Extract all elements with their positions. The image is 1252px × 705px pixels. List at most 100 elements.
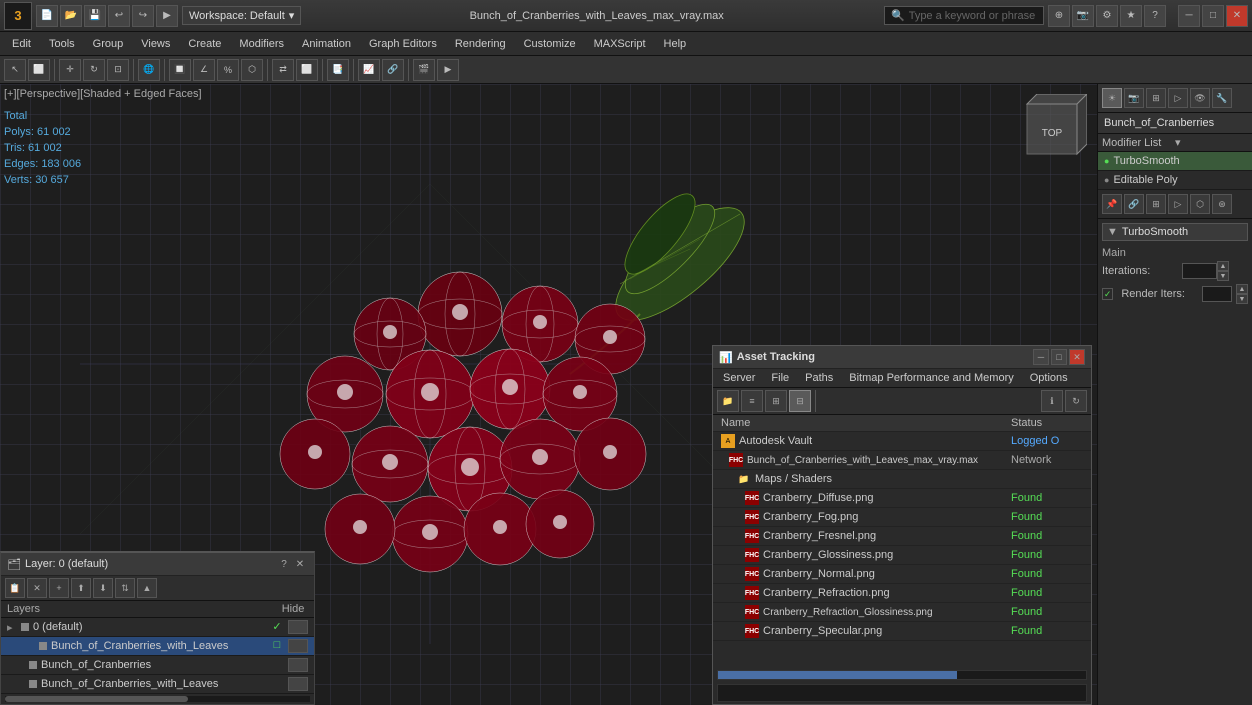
undo-btn[interactable]: ↩ [108, 5, 130, 27]
layer-item-1[interactable]: Bunch_of_Cranberries_with_Leaves □ [1, 637, 314, 656]
layer-item-3[interactable]: Bunch_of_Cranberries_with_Leaves [1, 675, 314, 694]
open-btn[interactable]: 📂 [60, 5, 82, 27]
new-btn[interactable]: 📄 [36, 5, 58, 27]
spinner-snap-btn[interactable]: ⬡ [241, 59, 263, 81]
navigation-cube[interactable]: TOP [1017, 94, 1087, 164]
layer-expand-0[interactable]: ▸ [7, 621, 19, 634]
camera2-icon[interactable]: 📷 [1124, 88, 1144, 108]
collapse-icon[interactable]: ▼ [1107, 226, 1118, 238]
at-row-0[interactable]: A Autodesk Vault Logged O [713, 432, 1091, 451]
at-row-6[interactable]: FHC Cranberry_Glossiness.png Found [713, 546, 1091, 565]
menu-rendering[interactable]: Rendering [447, 36, 514, 52]
menu-modifiers[interactable]: Modifiers [231, 36, 292, 52]
render-iters-up[interactable]: ▲ [1236, 284, 1248, 294]
at-table-btn[interactable]: ⊟ [789, 390, 811, 412]
modifier-icon2[interactable]: ⊞ [1146, 194, 1166, 214]
close-button[interactable]: ✕ [1226, 5, 1248, 27]
wrap-icon[interactable]: ⬡ [1190, 194, 1210, 214]
render-preview-btn[interactable]: ▶ [156, 5, 178, 27]
at-menu-server[interactable]: Server [717, 371, 761, 385]
mirror-btn[interactable]: ⇄ [272, 59, 294, 81]
layers-select-btn[interactable]: 📋 [5, 578, 25, 598]
render-iters-checkbox[interactable] [1102, 288, 1113, 300]
layer-check-box-1[interactable]: □ [270, 639, 284, 653]
snap-btn[interactable]: 🔲 [169, 59, 191, 81]
menu-group[interactable]: Group [85, 36, 132, 52]
at-folder-btn[interactable]: 📁 [717, 390, 739, 412]
at-list-btn[interactable]: ≡ [741, 390, 763, 412]
motion-icon2[interactable]: ▷ [1168, 194, 1188, 214]
minimize-button[interactable]: ─ [1178, 5, 1200, 27]
at-row-7[interactable]: FHC Cranberry_Normal.png Found [713, 565, 1091, 584]
layer-check-0[interactable]: ✓ [270, 620, 284, 634]
maximize-button[interactable]: □ [1202, 5, 1224, 27]
rotate-btn[interactable]: ↻ [83, 59, 105, 81]
layers-close-btn[interactable]: ✕ [292, 556, 308, 572]
render-iters-down[interactable]: ▼ [1236, 294, 1248, 304]
modifier-editable-poly[interactable]: ● Editable Poly [1098, 171, 1252, 190]
at-menu-bitmap[interactable]: Bitmap Performance and Memory [843, 371, 1019, 385]
at-menu-file[interactable]: File [765, 371, 795, 385]
layers-scrollbar[interactable] [5, 696, 310, 702]
at-row-10[interactable]: FHC Cranberry_Specular.png Found [713, 622, 1091, 641]
search-box[interactable]: 🔍 Type a keyword or phrase [884, 6, 1044, 25]
menu-help[interactable]: Help [656, 36, 695, 52]
render-btn[interactable]: ▶ [437, 59, 459, 81]
at-menu-paths[interactable]: Paths [799, 371, 839, 385]
menu-animation[interactable]: Animation [294, 36, 359, 52]
at-row-8[interactable]: FHC Cranberry_Refraction.png Found [713, 584, 1091, 603]
help-btn[interactable]: ? [1144, 5, 1166, 27]
at-info-btn[interactable]: ℹ [1041, 390, 1063, 412]
settings-icon[interactable]: ⚙ [1096, 5, 1118, 27]
scale-btn[interactable]: ⊡ [107, 59, 129, 81]
magnet-btn[interactable]: ⊕ [1048, 5, 1070, 27]
menu-tools[interactable]: Tools [41, 36, 83, 52]
redo-btn[interactable]: ↪ [132, 5, 154, 27]
extra-icon[interactable]: ⊛ [1212, 194, 1232, 214]
menu-views[interactable]: Views [133, 36, 178, 52]
menu-edit[interactable]: Edit [4, 36, 39, 52]
camera-btn[interactable]: 📷 [1072, 5, 1094, 27]
star-icon[interactable]: ★ [1120, 5, 1142, 27]
at-row-3[interactable]: FHC Cranberry_Diffuse.png Found [713, 489, 1091, 508]
select-btn[interactable]: ↖ [4, 59, 26, 81]
menu-maxscript[interactable]: MAXScript [586, 36, 654, 52]
at-grid-btn[interactable]: ⊞ [765, 390, 787, 412]
layers-sort-btn[interactable]: ▲ [137, 578, 157, 598]
hierarchy-icon[interactable]: ⊞ [1146, 88, 1166, 108]
save-btn[interactable]: 💾 [84, 5, 106, 27]
motion-icon[interactable]: ▷ [1168, 88, 1188, 108]
utilities-icon[interactable]: 🔧 [1212, 88, 1232, 108]
menu-customize[interactable]: Customize [516, 36, 584, 52]
layer-mgr-btn[interactable]: 📑 [327, 59, 349, 81]
percent-snap-btn[interactable]: % [217, 59, 239, 81]
at-close-btn[interactable]: ✕ [1069, 349, 1085, 365]
layer-item-2[interactable]: Bunch_of_Cranberries [1, 656, 314, 675]
iterations-down[interactable]: ▼ [1217, 271, 1229, 281]
at-row-4[interactable]: FHC Cranberry_Fog.png Found [713, 508, 1091, 527]
select-region-btn[interactable]: ⬜ [28, 59, 50, 81]
pin-icon[interactable]: 📌 [1102, 194, 1122, 214]
at-minimize-btn[interactable]: ─ [1033, 349, 1049, 365]
layers-help-btn[interactable]: ? [276, 556, 292, 572]
ref-coord-btn[interactable]: 🌐 [138, 59, 160, 81]
layers-swap-btn[interactable]: ⇅ [115, 578, 135, 598]
layers-scrollbar-thumb[interactable] [5, 696, 188, 702]
link-icon[interactable]: 🔗 [1124, 194, 1144, 214]
menu-create[interactable]: Create [180, 36, 229, 52]
at-row-9[interactable]: FHC Cranberry_Refraction_Glossiness.png … [713, 603, 1091, 622]
angle-snap-btn[interactable]: ∠ [193, 59, 215, 81]
at-row-1[interactable]: FHC Bunch_of_Cranberries_with_Leaves_max… [713, 451, 1091, 470]
layers-delete-btn[interactable]: ✕ [27, 578, 47, 598]
render-setup-btn[interactable]: 🎬 [413, 59, 435, 81]
at-row-5[interactable]: FHC Cranberry_Fresnel.png Found [713, 527, 1091, 546]
iterations-input[interactable]: 0 [1182, 263, 1217, 279]
layers-move-down-btn[interactable]: ⬇ [93, 578, 113, 598]
render-iters-input[interactable]: 2 [1202, 286, 1232, 302]
workspace-selector[interactable]: Workspace: Default ▾ [182, 6, 301, 25]
at-row-2[interactable]: 📁 Maps / Shaders [713, 470, 1091, 489]
display-icon[interactable]: 👁 [1190, 88, 1210, 108]
iterations-up[interactable]: ▲ [1217, 261, 1229, 271]
at-menu-options[interactable]: Options [1024, 371, 1074, 385]
layers-move-up-btn[interactable]: ⬆ [71, 578, 91, 598]
